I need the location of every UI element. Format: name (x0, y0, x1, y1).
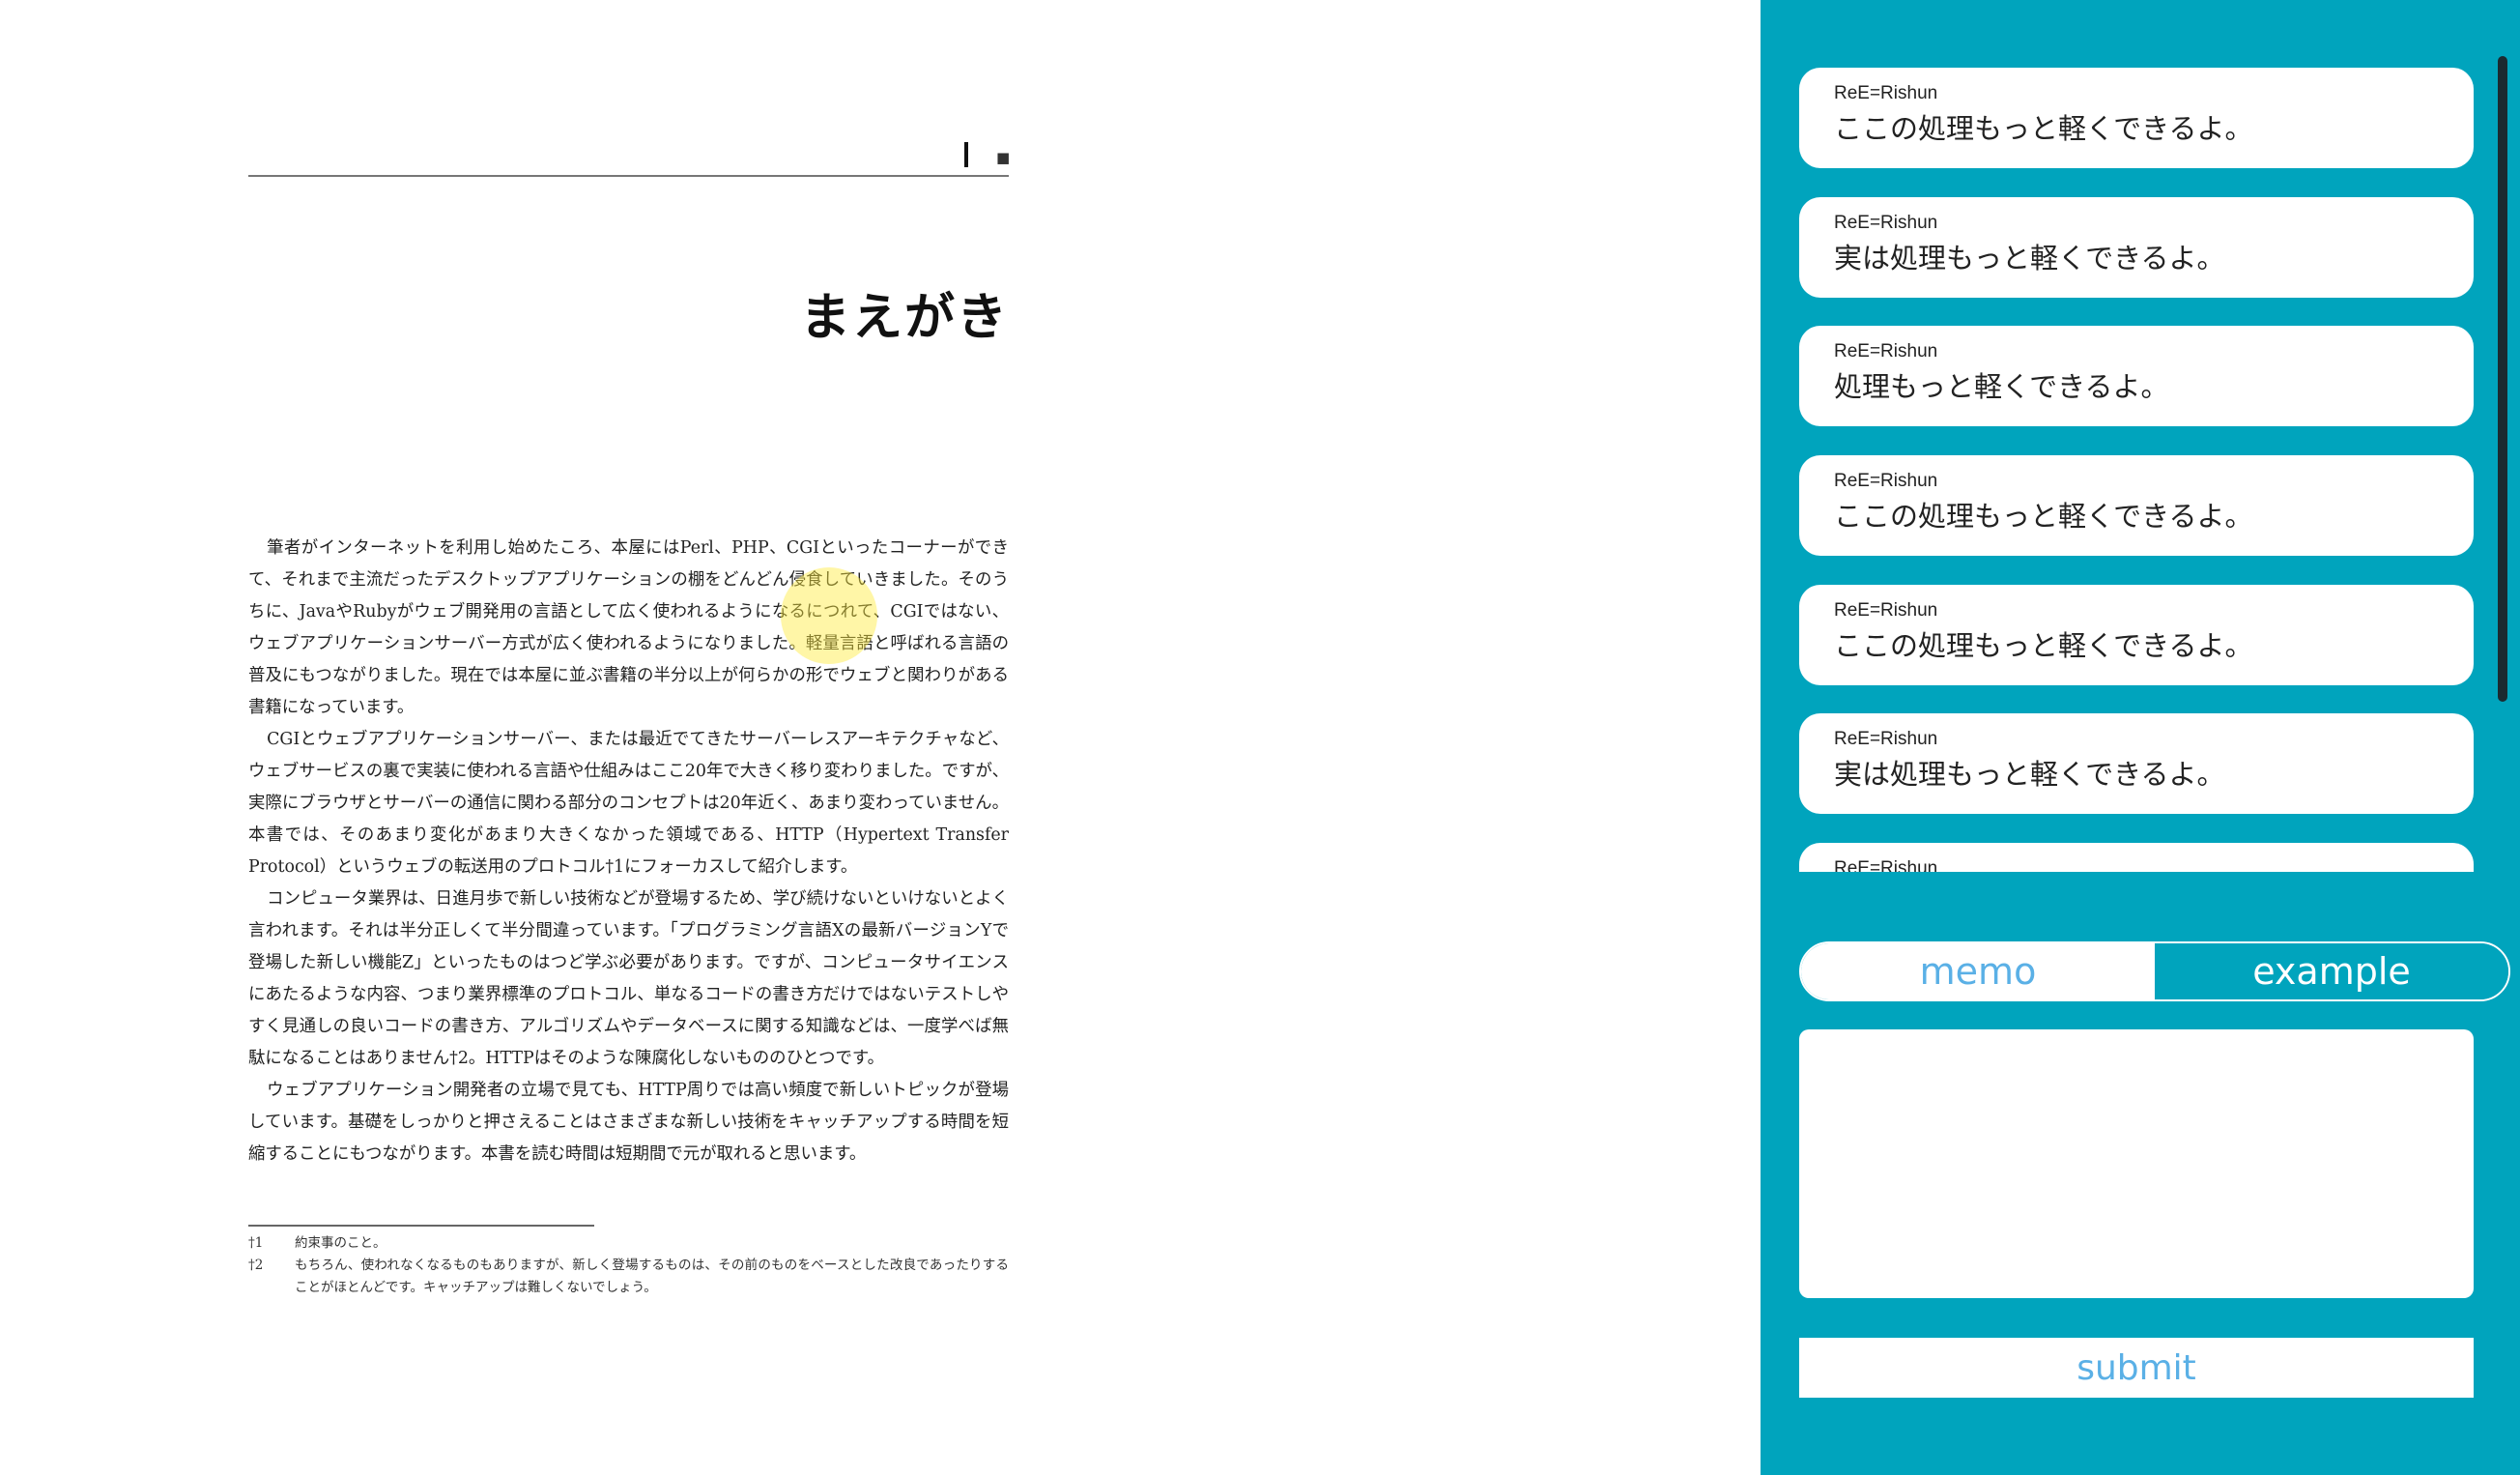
footnote-text: もちろん、使われなくなるものもありますが、新しく登場するものは、その前のものをベ… (295, 1258, 1009, 1295)
comment-card[interactable]: ReE=Rishun ここの処理もっと軽くできるよ。 (1799, 585, 2474, 685)
comment-text: ここの処理もっと軽くできるよ。 (1834, 112, 2253, 145)
comment-user: ReE=Rishun (1834, 729, 1938, 749)
tab-example[interactable]: example (2155, 943, 2508, 999)
paragraph: ウェブアプリケーション開発者の立場で見ても、HTTP周りでは高い頻度で新しいトピ… (248, 1081, 1009, 1164)
footnote-mark: †2 (248, 1258, 264, 1273)
comment-user: ReE=Rishun (1834, 600, 1938, 621)
footnotes: †1 約束事のこと。 †2 もちろん、使われなくなるものもありますが、新しく登場… (248, 1232, 1009, 1299)
memo-input[interactable] (1799, 1029, 2474, 1298)
header-rule (248, 175, 1009, 177)
paragraph: 筆者がインターネットを利用し始めたころ、本屋にはPerl、PHP、CGIといった… (248, 538, 1009, 717)
footnote: †2 もちろん、使われなくなるものもありますが、新しく登場するものは、その前のも… (248, 1255, 1009, 1299)
comment-scrollbar[interactable] (2498, 56, 2507, 702)
comment-list[interactable]: ReE=Rishun ここの処理もっと軽くできるよ。 ReE=Rishun 実は… (1799, 68, 2474, 872)
comment-card[interactable]: ReE=Rishun 処理もっと軽くできるよ。 (1799, 326, 2474, 426)
document-page: ■ まえがき 筆者がインターネットを利用し始めたころ、本屋にはPerl、PHP、… (0, 0, 1761, 1475)
mode-tabs: memo example (1799, 941, 2510, 1001)
comment-card[interactable]: ReE=Rishun ここの処理もっと軽くできるよ。 (1799, 455, 2474, 556)
comment-user: ReE=Rishun (1834, 213, 1938, 233)
paragraph: コンピュータ業界は、日進月歩で新しい技術などが登場するため、学び続けないといけな… (248, 889, 1009, 1068)
submit-button[interactable]: submit (1799, 1338, 2474, 1398)
document-body: 筆者がインターネットを利用し始めたころ、本屋にはPerl、PHP、CGIといった… (248, 533, 1009, 1171)
comment-card[interactable]: ReE=Rishun (1799, 843, 2474, 872)
comment-card[interactable]: ReE=Rishun 実は処理もっと軽くできるよ。 (1799, 197, 2474, 298)
comment-user: ReE=Rishun (1834, 83, 1938, 103)
header-marker (964, 142, 968, 167)
page-title: まえがき (799, 289, 1009, 347)
comment-text: 処理もっと軽くできるよ。 (1834, 370, 2169, 403)
footnote-rule (248, 1225, 594, 1227)
header-square-icon: ■ (996, 149, 1011, 166)
comment-text: ここの処理もっと軽くできるよ。 (1834, 500, 2253, 533)
tab-memo[interactable]: memo (1801, 943, 2155, 999)
comment-user: ReE=Rishun (1834, 858, 1938, 873)
comment-user: ReE=Rishun (1834, 471, 1938, 491)
footnote: †1 約束事のこと。 (248, 1232, 1009, 1255)
comment-card[interactable]: ReE=Rishun ここの処理もっと軽くできるよ。 (1799, 68, 2474, 168)
footnote-mark: †1 (248, 1235, 264, 1251)
comment-user: ReE=Rishun (1834, 341, 1938, 362)
comment-text: ここの処理もっと軽くできるよ。 (1834, 629, 2253, 662)
paragraph: CGIとウェブアプリケーションサーバー、または最近でてきたサーバーレスアーキテク… (248, 730, 1009, 877)
comment-text: 実は処理もっと軽くできるよ。 (1834, 758, 2225, 791)
comment-card[interactable]: ReE=Rishun 実は処理もっと軽くできるよ。 (1799, 713, 2474, 814)
footnote-text: 約束事のこと。 (295, 1235, 387, 1251)
comment-text: 実は処理もっと軽くできるよ。 (1834, 242, 2225, 275)
